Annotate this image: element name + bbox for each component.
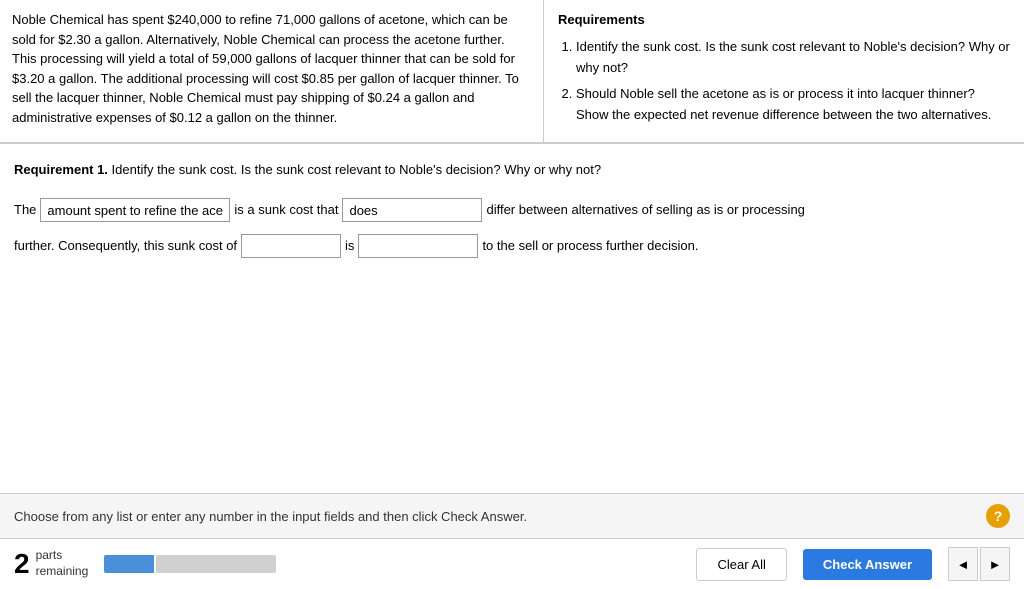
sunk-cost-input[interactable] xyxy=(40,198,230,222)
relevance-input[interactable] xyxy=(358,234,478,258)
main-content: Requirement 1. Identify the sunk cost. I… xyxy=(0,144,1024,493)
parts-remaining: 2 parts remaining xyxy=(14,548,88,579)
nav-next-button[interactable]: ► xyxy=(980,547,1010,581)
req-header-text: Identify the sunk cost. Is the sunk cost… xyxy=(112,162,602,177)
requirements-title: Requirements xyxy=(558,10,1010,31)
requirement-item-1: Identify the sunk cost. Is the sunk cost… xyxy=(576,37,1010,79)
nav-buttons: ◄ ► xyxy=(948,547,1010,581)
top-section: Noble Chemical has spent $240,000 to ref… xyxy=(0,0,1024,144)
instruction-bar: Choose from any list or enter any number… xyxy=(0,493,1024,538)
progress-bar-empty xyxy=(156,555,276,573)
parts-number: 2 xyxy=(14,550,30,578)
requirement-header: Requirement 1. Identify the sunk cost. I… xyxy=(14,160,1010,180)
nav-prev-button[interactable]: ◄ xyxy=(948,547,978,581)
action-bar: 2 parts remaining Clear All Check Answer… xyxy=(0,538,1024,589)
progress-bar xyxy=(104,555,276,573)
requirements-list: Identify the sunk cost. Is the sunk cost… xyxy=(558,37,1010,126)
sentence-line-2: further. Consequently, this sunk cost of… xyxy=(14,233,1010,259)
clear-all-button[interactable]: Clear All xyxy=(696,548,786,581)
check-answer-button[interactable]: Check Answer xyxy=(803,549,932,580)
text-the: The xyxy=(14,197,36,223)
text-to-decision: to the sell or process further decision. xyxy=(482,233,698,259)
requirements-section: Requirements Identify the sunk cost. Is … xyxy=(544,0,1024,142)
progress-bar-fill xyxy=(104,555,154,573)
req-header-bold: Requirement 1. xyxy=(14,162,108,177)
text-further: further. Consequently, this sunk cost of xyxy=(14,233,237,259)
problem-content: Noble Chemical has spent $240,000 to ref… xyxy=(12,12,519,125)
instruction-text: Choose from any list or enter any number… xyxy=(14,509,527,524)
does-not-input[interactable] xyxy=(342,198,482,222)
sentence-line-1: The is a sunk cost that differ between a… xyxy=(14,197,1010,223)
requirement-item-2: Should Noble sell the acetone as is or p… xyxy=(576,84,1010,126)
sunk-cost-amount-input[interactable] xyxy=(241,234,341,258)
parts-label: parts remaining xyxy=(36,548,89,579)
problem-text: Noble Chemical has spent $240,000 to ref… xyxy=(0,0,544,142)
parts-label-line2: remaining xyxy=(36,564,89,580)
help-icon[interactable]: ? xyxy=(986,504,1010,528)
parts-label-line1: parts xyxy=(36,548,89,564)
text-differ: differ between alternatives of selling a… xyxy=(486,197,804,223)
text-is-sunk: is a sunk cost that xyxy=(234,197,338,223)
text-is: is xyxy=(345,233,354,259)
